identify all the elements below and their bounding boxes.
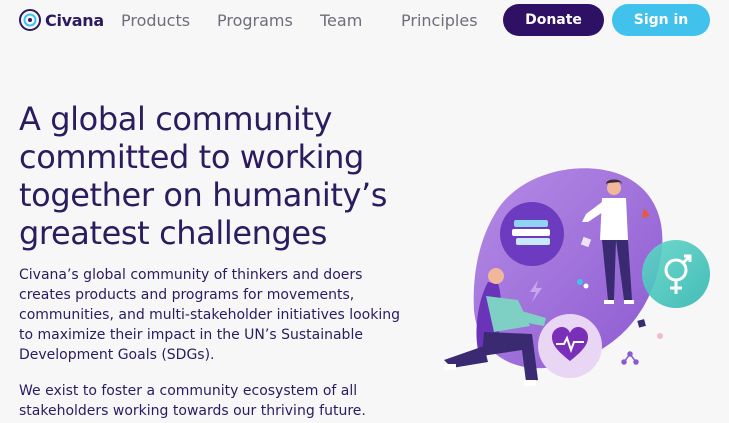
civana-logo-icon — [19, 9, 41, 31]
nav-link-programs[interactable]: Programs — [217, 11, 293, 30]
books-icon — [512, 220, 550, 245]
top-navigation: Civana Products Programs Team Principles… — [0, 0, 729, 41]
community-illustration — [444, 168, 710, 386]
hero-headline: A global community committed to working … — [19, 100, 388, 252]
civana-logo[interactable]: Civana — [19, 9, 104, 31]
hero-description: Civana’s global community of thinkers an… — [19, 267, 401, 363]
nav-link-team[interactable]: Team — [320, 11, 362, 30]
brand-name: Civana — [45, 10, 104, 30]
donate-button[interactable]: Donate — [503, 4, 604, 36]
nav-link-principles[interactable]: Principles — [401, 11, 478, 30]
gender-bubble — [642, 240, 710, 308]
nav-link-products[interactable]: Products — [121, 11, 190, 30]
sign-in-button[interactable]: Sign in — [612, 4, 710, 36]
network-icon — [621, 351, 639, 365]
hero-mission: We exist to foster a community ecosystem… — [19, 383, 366, 419]
